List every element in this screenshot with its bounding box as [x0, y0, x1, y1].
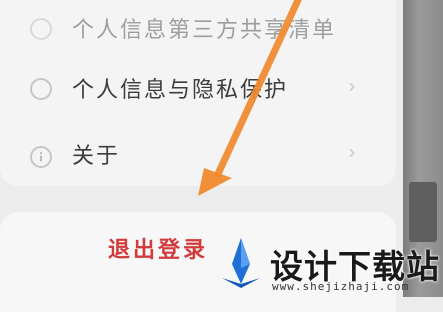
settings-menu-card: 个人信息第三方共享清单 个人信息与隐私保护 › 关于 ›: [0, 0, 396, 186]
menu-item-label: 个人信息与隐私保护: [72, 78, 289, 103]
background-app-element: [409, 182, 437, 242]
info-icon: [30, 146, 52, 168]
share-list-icon: [30, 18, 52, 40]
chevron-right-icon: ›: [348, 74, 356, 98]
menu-item-about[interactable]: 关于 ›: [0, 128, 396, 188]
watermark-logo-icon: [222, 238, 260, 288]
menu-item-privacy-protection[interactable]: 个人信息与隐私保护 ›: [0, 58, 396, 118]
logout-button[interactable]: 退出登录: [108, 232, 208, 264]
menu-item-label: 关于: [72, 144, 121, 169]
chevron-right-icon: ›: [348, 140, 356, 164]
menu-item-third-party-sharing-list[interactable]: 个人信息第三方共享清单: [0, 0, 396, 58]
privacy-shield-icon: [30, 78, 52, 100]
watermark-url: www.shejizhaji.com: [272, 280, 410, 293]
menu-item-label: 个人信息第三方共享清单: [72, 18, 337, 43]
watermark: 设计下载站 www.shejizhaji.com: [220, 236, 443, 297]
